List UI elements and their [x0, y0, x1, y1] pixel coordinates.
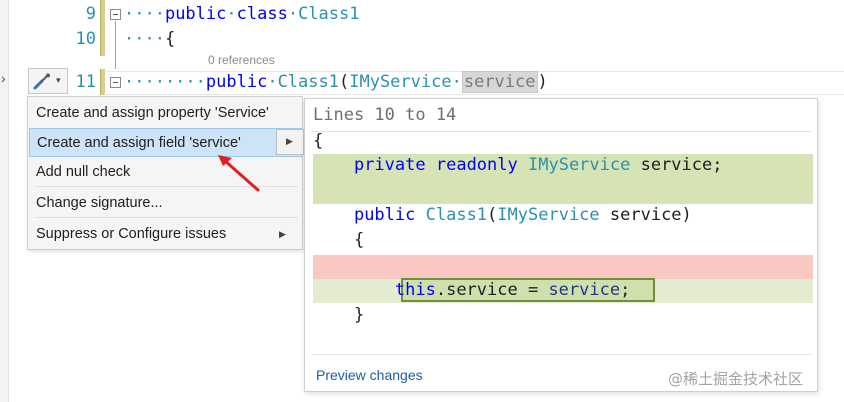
editor-left-margin — [0, 0, 9, 402]
line-number: 10 — [75, 29, 96, 49]
menu-item-label: Add null check — [36, 164, 131, 180]
code-token: Class1 — [298, 4, 360, 24]
screwdriver-icon — [33, 73, 50, 90]
code-token: service — [548, 280, 621, 300]
preview-code-line: { — [313, 131, 323, 151]
preview-title: Lines 10 to 14 — [313, 105, 457, 125]
collapse-icon[interactable] — [110, 9, 121, 20]
code-token: public — [353, 205, 416, 225]
preview-changes-link[interactable]: Preview changes — [316, 367, 423, 383]
code-token: IMyService — [528, 155, 631, 175]
code-line[interactable]: ········public·Class1(IMyService· service… — [124, 71, 548, 93]
code-token: service) — [599, 205, 692, 225]
menu-item-label: Suppress or Configure issues — [36, 226, 227, 242]
code-line[interactable]: ····public·class·Class1 — [124, 4, 359, 24]
code-token: ; — [620, 280, 631, 300]
code-token: Class1 — [277, 72, 339, 92]
preview-code-line: public Class1(IMyService service) — [313, 205, 692, 225]
chevron-right-icon[interactable]: › — [1, 70, 6, 86]
outline-guide — [115, 21, 116, 69]
line-number: 9 — [85, 4, 96, 24]
code-token: IMyService — [349, 72, 452, 92]
whitespace-dots: ···· — [124, 29, 165, 49]
annotation-arrow-icon — [218, 155, 260, 192]
code-token: · — [226, 4, 237, 24]
menu-item-label: Change signature... — [36, 195, 163, 211]
menu-item-suppress-configure[interactable]: Suppress or Configure issues ▶ — [29, 220, 302, 249]
menu-item-create-property[interactable]: Create and assign property 'Service' — [29, 99, 302, 128]
code-token: · — [267, 72, 278, 92]
preview-footer-divider — [311, 354, 811, 355]
code-token: IMyService — [497, 205, 600, 225]
code-token: readonly — [435, 155, 518, 175]
change-tracking-bar — [100, 0, 105, 56]
code-token: public — [205, 72, 268, 92]
line-number: 11 — [75, 72, 96, 92]
chevron-down-icon: ▾ — [56, 75, 61, 85]
code-token: { — [164, 29, 176, 49]
code-token: this — [394, 280, 436, 300]
code-token: .service = — [435, 280, 549, 300]
code-token: ) — [537, 72, 548, 92]
code-token: ( — [338, 72, 350, 92]
whitespace-dots: ···· — [124, 4, 165, 24]
codelens-references[interactable]: 0 references — [208, 53, 275, 67]
submenu-expand-button[interactable]: ▶ — [276, 129, 304, 155]
code-token: { — [353, 230, 365, 250]
watermark: @稀土掘金技术社区 — [668, 370, 804, 388]
code-token: class — [236, 4, 288, 24]
highlighted-identifier: service — [461, 71, 538, 93]
code-token: public — [164, 4, 227, 24]
code-token: } — [353, 305, 365, 325]
removed-line-highlight — [313, 255, 813, 279]
preview-pane: Lines 10 to 14 { private readonly IMySer… — [304, 98, 818, 392]
submenu-arrow-icon: ▶ — [286, 136, 293, 146]
preview-code-line: this.service = service; — [313, 280, 630, 300]
code-token: service; — [630, 155, 723, 175]
preview-divider — [311, 131, 811, 132]
menu-separator — [34, 217, 298, 218]
code-token: Class1 — [425, 205, 488, 225]
code-token: private — [353, 155, 426, 175]
preview-code-line: private readonly IMyService service; — [313, 155, 723, 175]
code-token: { — [313, 131, 324, 151]
code-line[interactable]: ····{ — [124, 29, 175, 49]
submenu-arrow-icon: ▶ — [279, 229, 286, 239]
preview-code-line: { — [313, 230, 364, 250]
code-token: · — [287, 4, 299, 24]
code-token: · — [451, 72, 462, 92]
whitespace-dots: ········ — [124, 72, 206, 92]
code-token: ( — [487, 205, 498, 225]
quick-actions-button[interactable]: ▾ — [28, 68, 68, 94]
preview-code-line: } — [313, 305, 364, 325]
menu-item-label: Create and assign property 'Service' — [36, 105, 269, 121]
